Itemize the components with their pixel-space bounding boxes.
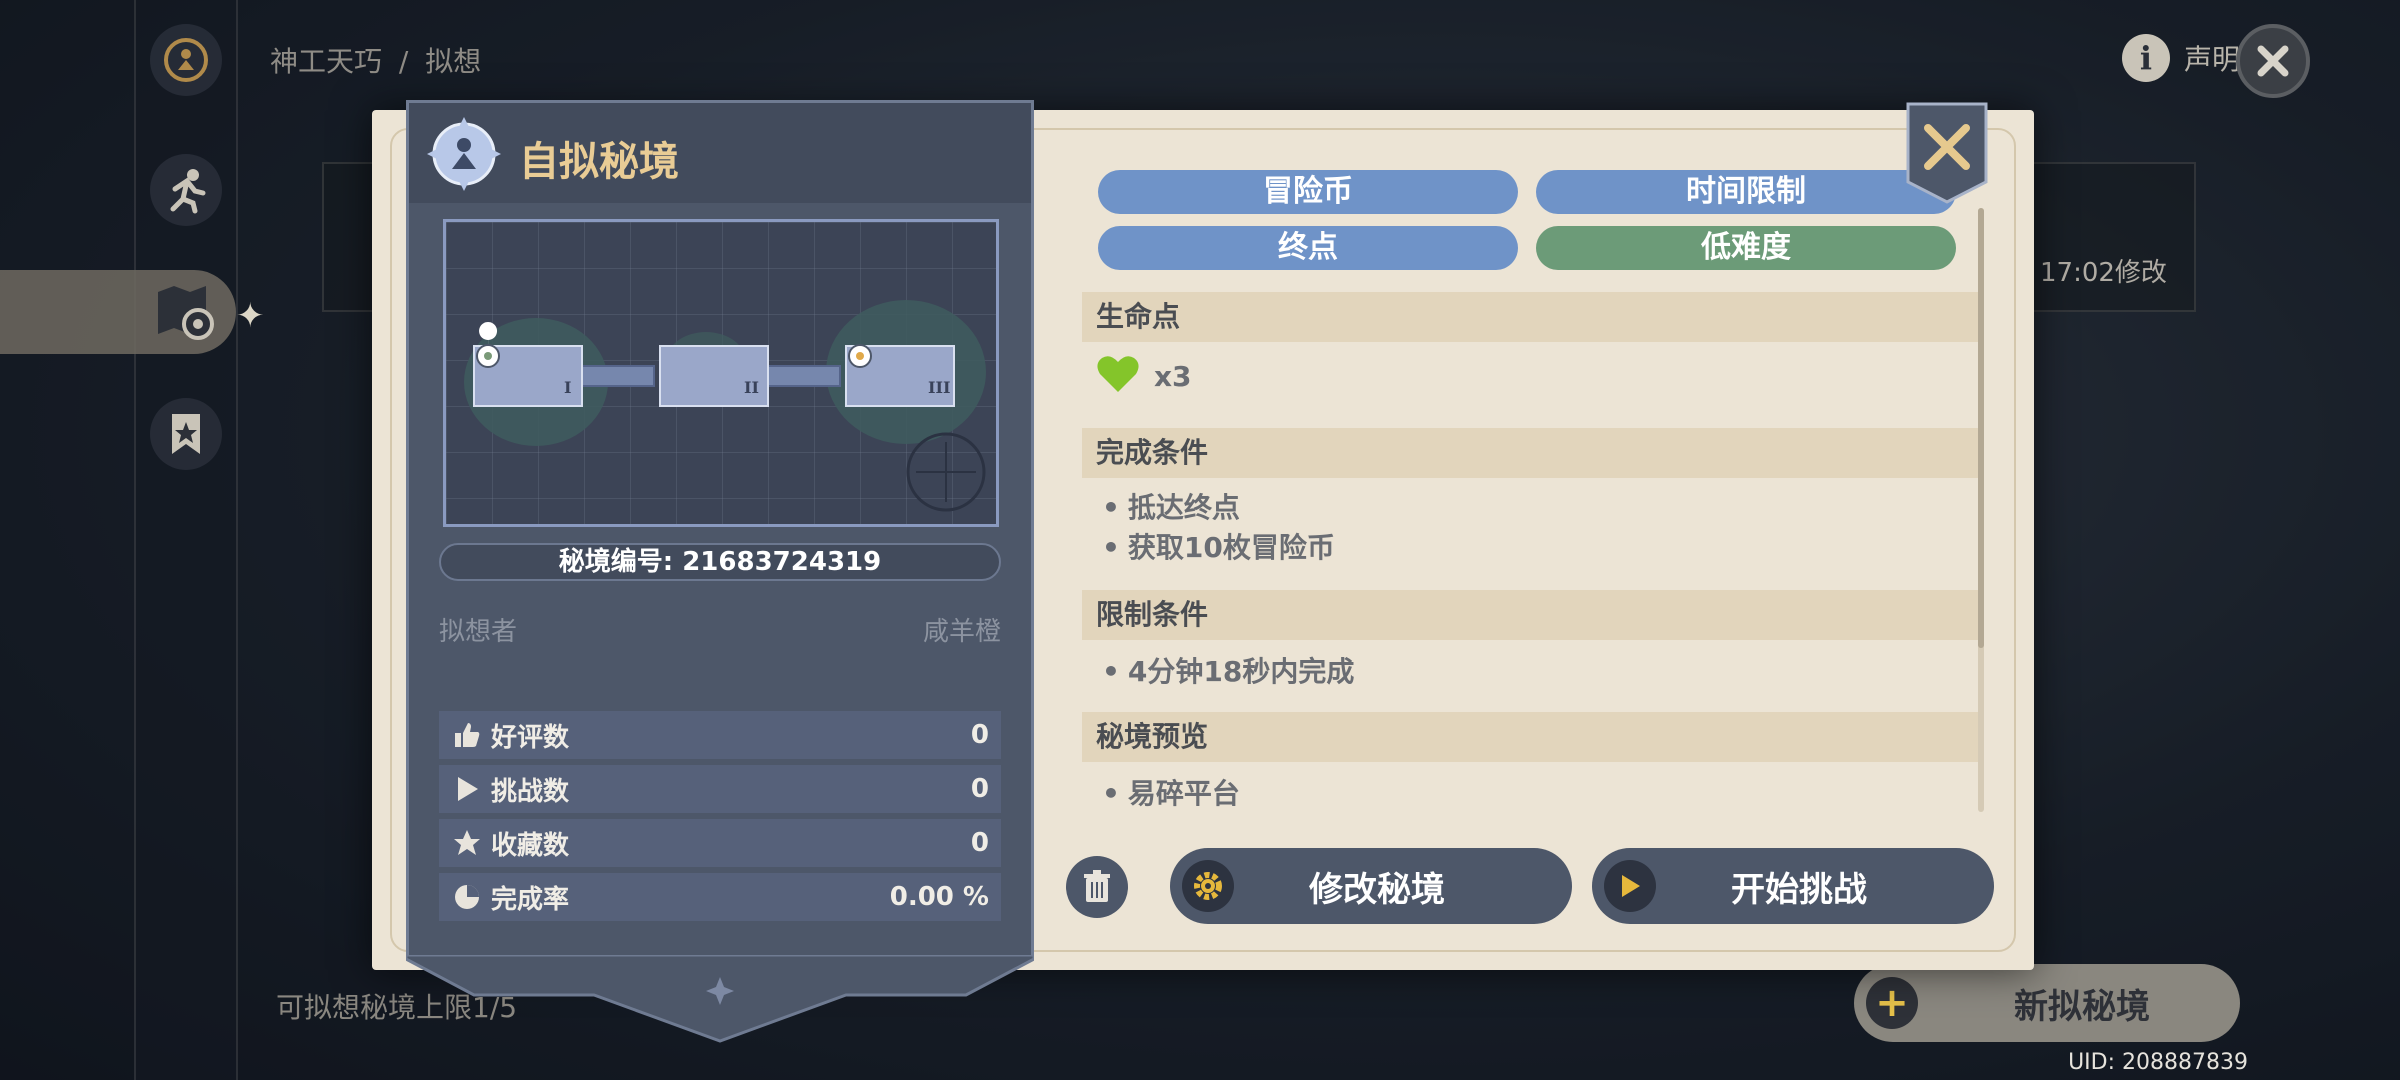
tag-endpoint: 终点: [1098, 226, 1518, 270]
new-domain-button[interactable]: + 新拟秘境: [1854, 964, 2240, 1042]
info-icon: i: [2121, 34, 2170, 82]
sidebar-map-gear-icon[interactable]: [150, 276, 222, 348]
content-scrollbar-thumb[interactable]: [1978, 208, 1984, 648]
dialog-close-button[interactable]: [1906, 102, 1988, 204]
screen-close-button[interactable]: [2236, 24, 2310, 98]
stat-value: 0: [970, 774, 989, 804]
section-hp-title: 生命点: [1082, 292, 1978, 342]
completion-condition-item: 抵达终点: [1102, 486, 1240, 526]
creator-label: 拟想者: [439, 617, 518, 647]
plus-icon: +: [1866, 977, 1918, 1029]
stat-value: 0: [970, 828, 989, 858]
gear-icon: [1182, 860, 1234, 912]
map-layout-graphic: [464, 300, 986, 512]
limit-condition-item: 4分钟18秒内完成: [1102, 650, 1354, 690]
hp-value: x3: [1154, 360, 1192, 393]
stat-label: 好评数: [491, 722, 570, 753]
statement-link[interactable]: i 声明: [2121, 34, 2240, 82]
section-preview-title: 秘境预览: [1082, 712, 1978, 762]
tag-difficulty: 低难度: [1536, 226, 1956, 270]
preview-item: 易碎平台: [1102, 772, 1240, 812]
stat-label: 收藏数: [491, 830, 570, 861]
tag-time-limit: 时间限制: [1536, 170, 1956, 214]
stat-row-challenges: 挑战数 0: [439, 765, 1001, 813]
stat-label: 挑战数: [491, 776, 570, 807]
breadcrumb-separator: /: [398, 45, 409, 78]
panel-header: 自拟秘境: [409, 103, 1031, 203]
card-modified-time: 17:02修改: [2040, 258, 2167, 288]
stat-label: 完成率: [491, 884, 570, 915]
thumbs-up-icon: [447, 715, 487, 755]
panel-title: 自拟秘境: [519, 139, 679, 185]
edit-domain-button[interactable]: 修改秘境: [1170, 848, 1572, 924]
stat-row-favorites: 收藏数 0: [439, 819, 1001, 867]
section-completion-title: 完成条件: [1082, 428, 1978, 478]
uid-text: UID: 208887839: [2068, 1050, 2248, 1075]
trash-icon: [1084, 870, 1110, 902]
panel-banner-tail: [406, 955, 1034, 1043]
tag-adventure-coin: 冒险币: [1098, 170, 1518, 214]
start-challenge-button[interactable]: 开始挑战: [1592, 848, 1994, 924]
sparkle-icon: ✦: [236, 296, 265, 336]
play-icon: [447, 769, 487, 809]
start-challenge-label: 开始挑战: [1731, 869, 1867, 910]
map-room-label: I: [564, 378, 572, 397]
statement-label: 声明: [2183, 43, 2240, 76]
domain-map-preview: I II III: [443, 219, 999, 527]
pie-icon: [447, 877, 487, 917]
breadcrumb-current: 拟想: [425, 45, 482, 78]
edit-domain-label: 修改秘境: [1309, 869, 1445, 910]
breadcrumb-parent[interactable]: 神工天巧: [270, 45, 382, 78]
stat-value: 0.00 %: [889, 882, 989, 912]
play-icon: [1604, 860, 1656, 912]
sidebar-run-icon[interactable]: [150, 154, 222, 226]
map-room-label: II: [744, 378, 759, 397]
map-room-label: III: [928, 378, 951, 397]
completion-condition-item: 获取10枚冒险币: [1102, 526, 1335, 566]
domain-emblem-icon: [427, 117, 501, 191]
section-limits-title: 限制条件: [1082, 590, 1978, 640]
sidebar-favorite-icon[interactable]: [150, 398, 222, 470]
close-icon: [2257, 45, 2289, 77]
star-icon: [447, 823, 487, 863]
domain-info-panel: 自拟秘境 I II III 秘境编号: 21683724319 拟想者 咸羊橙 …: [406, 100, 1034, 960]
breadcrumb: 神工天巧 / 拟想: [270, 40, 481, 80]
domain-id-bar: 秘境编号: 21683724319: [439, 543, 1001, 581]
sidebar-emblem-icon[interactable]: [150, 24, 222, 96]
heart-icon: [1096, 354, 1140, 398]
new-domain-label: 新拟秘境: [2014, 986, 2150, 1027]
stat-row-likes: 好评数 0: [439, 711, 1001, 759]
delete-domain-button[interactable]: [1066, 856, 1128, 918]
stat-row-completion-rate: 完成率 0.00 %: [439, 873, 1001, 921]
stat-value: 0: [970, 720, 989, 750]
creator-name[interactable]: 咸羊橙: [923, 611, 1001, 648]
